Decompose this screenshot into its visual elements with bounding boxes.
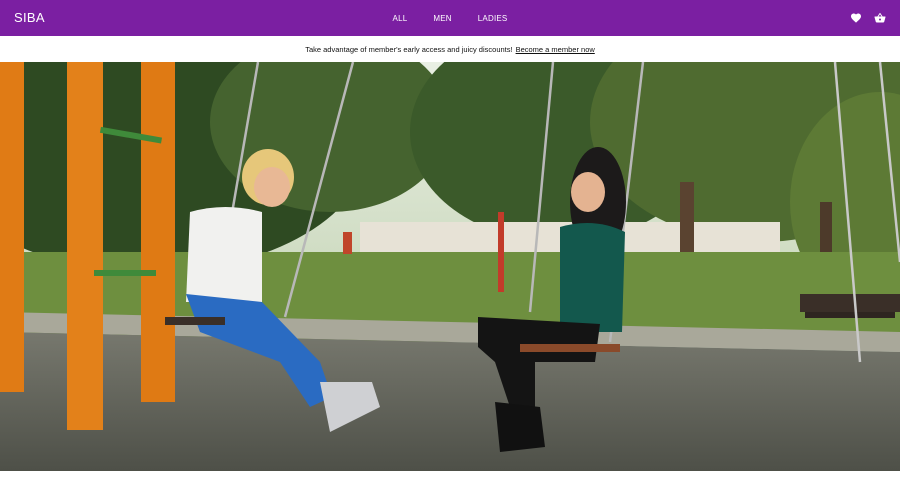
- hero-photo-illustration: [0, 62, 900, 471]
- promo-text: Take advantage of member's early access …: [305, 44, 513, 54]
- nav-link-ladies[interactable]: LADIES: [473, 10, 513, 27]
- main-nav: ALL MEN LADIES: [0, 0, 900, 36]
- become-member-link[interactable]: Become a member now: [516, 45, 595, 54]
- brand-logo[interactable]: SIBA: [14, 0, 45, 36]
- nav-link-all[interactable]: ALL: [388, 10, 413, 27]
- top-navbar: SIBA ALL MEN LADIES: [0, 0, 900, 36]
- basket-icon[interactable]: [874, 12, 886, 24]
- promo-banner: Take advantage of member's early access …: [0, 36, 900, 62]
- hero-image: [0, 62, 900, 471]
- heart-icon[interactable]: [850, 12, 862, 24]
- nav-link-men[interactable]: MEN: [428, 10, 456, 27]
- header-actions: [850, 0, 886, 36]
